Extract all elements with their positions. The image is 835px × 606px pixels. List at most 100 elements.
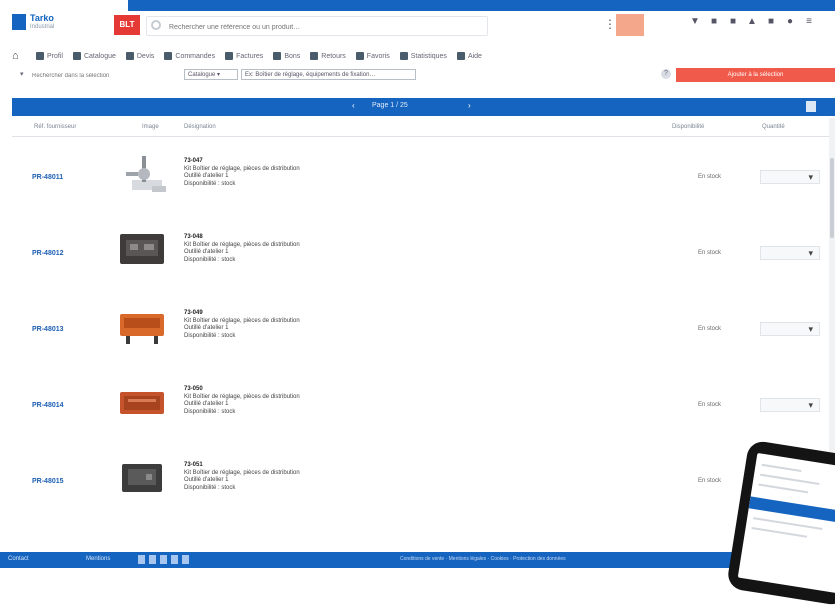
cart-icon[interactable]: ▼: [690, 16, 700, 28]
product-ref-link[interactable]: PR-48014: [32, 402, 64, 409]
filter-input[interactable]: [30, 70, 184, 82]
home-icon[interactable]: ⌂: [12, 50, 26, 62]
product-image[interactable]: [120, 460, 166, 496]
quantity-stepper[interactable]: ▾: [760, 322, 820, 336]
scrollbar-thumb[interactable]: [830, 158, 834, 238]
product-ref-link[interactable]: PR-48013: [32, 326, 64, 333]
dropdown-arrow-icon[interactable]: ▾: [20, 70, 24, 78]
nav-item-statistiques[interactable]: Statistiques: [399, 52, 447, 60]
stepper-arrow-icon[interactable]: ▾: [808, 400, 813, 411]
top-header: Tarko Industrial BLT ⋮ ▼ ■ ■ ▲ ■ ● ≡: [0, 0, 835, 40]
tablet-screen: [737, 452, 835, 594]
product-description: 73-051 Kit Boîtier de réglage, pièces de…: [184, 462, 484, 492]
help-icon[interactable]: ?: [661, 69, 671, 79]
stock-status: En stock: [698, 478, 722, 484]
youtube-icon[interactable]: [171, 555, 178, 564]
footer-legal-links[interactable]: Conditions de vente · Mentions légales ·…: [400, 556, 566, 562]
menu-icon[interactable]: ≡: [804, 16, 814, 28]
prev-page-button[interactable]: ‹: [352, 101, 355, 110]
nav-icon: [456, 52, 465, 60]
grid-view-icon[interactable]: [806, 101, 816, 112]
col-stock[interactable]: Disponibilité: [672, 124, 704, 130]
product-line: Kit Boîtier de réglage, pièces de distri…: [184, 317, 300, 324]
linkedin-icon[interactable]: [160, 555, 167, 564]
stepper-arrow-icon[interactable]: ▾: [808, 248, 813, 259]
product-line: Outillé d'atelier 1: [184, 173, 229, 179]
product-ref-link[interactable]: PR-48015: [32, 478, 64, 485]
col-ref[interactable]: Réf. fournisseur: [34, 124, 76, 130]
facebook-icon[interactable]: [138, 555, 145, 564]
table-row: PR-48013 73-049 Kit Boîtier de réglage, …: [12, 292, 835, 366]
nav-item-retours[interactable]: Retours: [310, 52, 346, 60]
keyword-select[interactable]: Ex: Boîtier de réglage, équipements de f…: [241, 69, 416, 80]
next-page-button[interactable]: ›: [468, 101, 471, 110]
nav-item-aide[interactable]: Aide: [456, 52, 482, 60]
header-icons: ▼ ■ ■ ▲ ■ ● ≡: [690, 16, 814, 28]
nav-label: Bons: [284, 52, 301, 60]
instagram-icon[interactable]: [182, 555, 189, 564]
col-image: Image: [142, 124, 159, 130]
nav-label: Retours: [321, 52, 346, 60]
logo-title: Tarko: [30, 13, 54, 23]
product-title: 73-048: [184, 234, 203, 240]
footer-contact-link[interactable]: Contact: [8, 556, 29, 562]
product-title: 73-050: [184, 386, 203, 392]
product-ref-link[interactable]: PR-48012: [32, 250, 64, 257]
product-ref-link[interactable]: PR-48011: [32, 174, 63, 181]
nav-label: Commandes: [175, 52, 216, 60]
nav-item-devis[interactable]: Devis: [125, 52, 154, 60]
product-image[interactable]: [118, 308, 168, 348]
stepper-arrow-icon[interactable]: ▾: [808, 324, 813, 335]
quantity-stepper[interactable]: ▾: [760, 246, 820, 260]
quantity-stepper[interactable]: ▾: [760, 398, 820, 412]
flag-icon[interactable]: ▲: [747, 16, 757, 28]
product-description: 73-047 Kit Boîtier de réglage, pièces de…: [184, 158, 484, 188]
nav-icon: [225, 52, 234, 60]
nav-item-profil[interactable]: Profil: [36, 52, 63, 60]
filter-bar: ▾ Catalogue ▾ Ex: Boîtier de réglage, éq…: [0, 68, 835, 82]
stock-status: En stock: [698, 326, 722, 332]
table-row: PR-48012 73-048 Kit Boîtier de réglage, …: [12, 216, 835, 290]
product-line: Kit Boîtier de réglage, pièces de distri…: [184, 241, 300, 248]
product-description: 73-048 Kit Boîtier de réglage, pièces de…: [184, 234, 484, 264]
social-icons: [138, 555, 189, 564]
nav-icon: [355, 52, 364, 60]
nav-label: Profil: [47, 52, 63, 60]
red-badge[interactable]: BLT: [114, 15, 140, 35]
print-icon[interactable]: ■: [728, 16, 738, 28]
catalogue-select[interactable]: Catalogue ▾: [184, 69, 238, 80]
logo[interactable]: Tarko Industrial: [12, 12, 70, 34]
col-designation[interactable]: Désignation: [184, 124, 216, 130]
nav-item-commandes[interactable]: Commandes: [164, 52, 215, 60]
doc-icon[interactable]: ■: [709, 16, 719, 28]
product-line: Outillé d'atelier 1: [184, 401, 229, 407]
nav-item-factures[interactable]: Factures: [225, 52, 263, 60]
table-row: PR-48011 73-047 Kit Boîtier de réglage, …: [12, 140, 835, 214]
user-avatar[interactable]: [616, 14, 644, 36]
nav-label: Aide: [467, 52, 482, 60]
nav-label: Statistiques: [410, 52, 447, 60]
product-line: Kit Boîtier de réglage, pièces de distri…: [184, 165, 300, 172]
lock-icon[interactable]: ■: [766, 16, 776, 28]
twitter-icon[interactable]: [149, 555, 156, 564]
nav-icon: [399, 52, 408, 60]
stepper-arrow-icon[interactable]: ▾: [808, 172, 813, 183]
footer-mentions-link[interactable]: Mentions: [86, 556, 110, 562]
nav-item-catalogue[interactable]: Catalogue: [72, 52, 116, 60]
stock-status: En stock: [698, 250, 722, 256]
stock-status: En stock: [698, 174, 722, 180]
search-bar[interactable]: [146, 16, 488, 36]
nav-item-favoris[interactable]: Favoris: [355, 52, 390, 60]
product-image[interactable]: [120, 150, 172, 202]
search-input[interactable]: [167, 19, 471, 35]
more-icon[interactable]: ⋮: [604, 17, 616, 31]
nav-icon: [36, 52, 44, 60]
add-selection-button[interactable]: Ajouter à la sélection: [676, 68, 835, 82]
nav-icon: [273, 52, 282, 60]
quantity-stepper[interactable]: ▾: [760, 170, 820, 184]
user-icon[interactable]: ●: [785, 16, 795, 28]
product-image[interactable]: [118, 386, 168, 422]
table-row: PR-48014 73-050 Kit Boîtier de réglage, …: [12, 368, 835, 442]
product-image[interactable]: [118, 230, 168, 270]
nav-item-bons[interactable]: Bons: [273, 52, 300, 60]
